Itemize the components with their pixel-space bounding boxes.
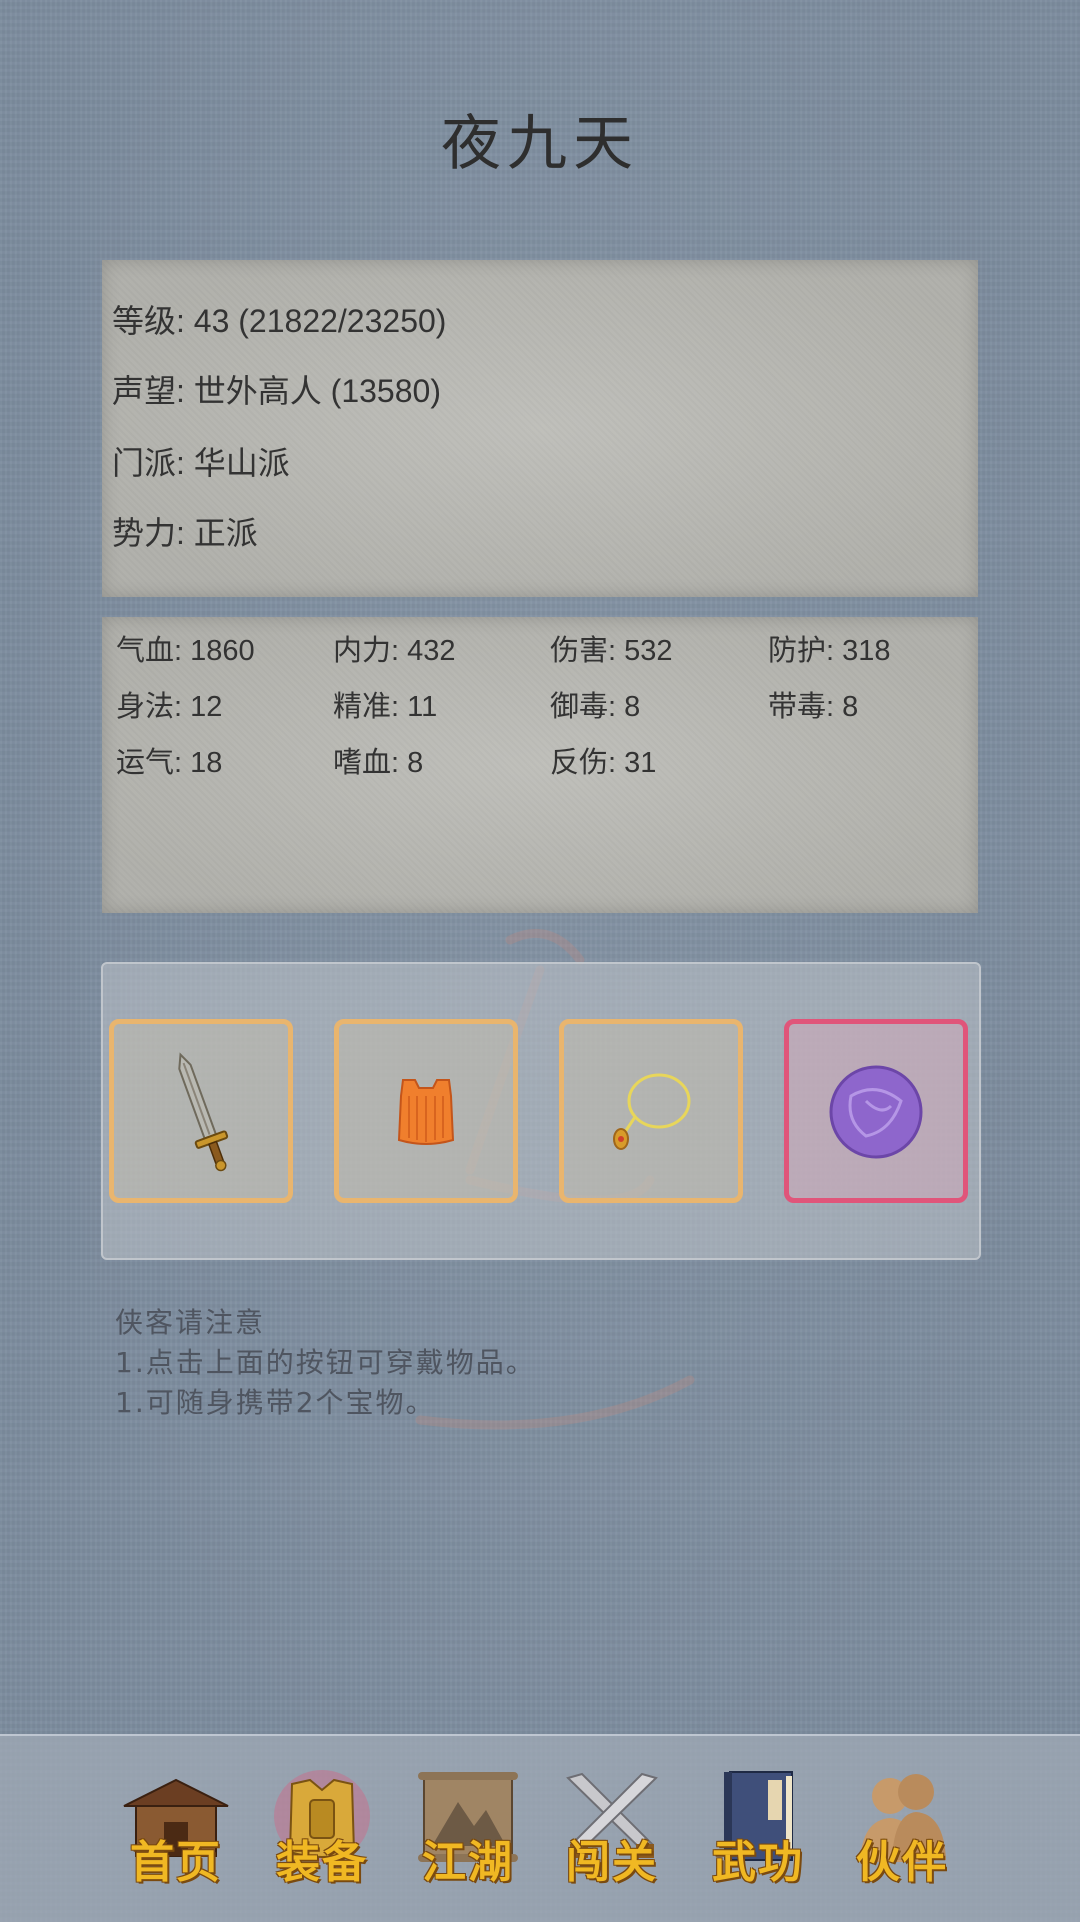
sword-icon	[178, 1052, 229, 1172]
character-info-panel: 等级: 43 (21822/23250) 声望: 世外高人 (13580) 门派…	[102, 260, 978, 597]
stat-inner-power: 内力: 432	[333, 635, 456, 667]
equip-slot-treasure[interactable]	[784, 1019, 968, 1203]
equip-slot-weapon[interactable]	[109, 1019, 293, 1203]
stat-hp: 气血: 1860	[116, 635, 255, 667]
stat-lifesteal: 嗜血: 8	[333, 747, 424, 779]
level-text: 等级: 43 (21822/23250)	[112, 303, 447, 339]
stat-reflect: 反伤: 31	[550, 747, 657, 779]
nav-martial-label: 武功	[712, 1837, 804, 1888]
stat-poison-resist: 御毒: 8	[550, 691, 641, 723]
nav-jianghu[interactable]: 江湖	[404, 1766, 532, 1896]
purple-orb-icon	[829, 1065, 923, 1159]
sect-text: 门派: 华山派	[112, 445, 290, 481]
equip-slot-necklace[interactable]	[559, 1019, 743, 1203]
stat-poison: 带毒: 8	[768, 691, 859, 723]
character-name: 夜九天	[441, 109, 639, 179]
attributes-panel: 气血: 1860 内力: 432 伤害: 532 防护: 318 身法: 12 …	[102, 617, 978, 913]
notice-section: 侠客请注意 1.点击上面的按钮可穿戴物品。 1.可随身携带2个宝物。	[115, 1303, 536, 1423]
stat-luck: 运气: 18	[116, 747, 223, 779]
nav-martial[interactable]: 武功	[694, 1766, 822, 1896]
notice-title: 侠客请注意	[115, 1306, 266, 1339]
nav-home-label: 首页	[130, 1837, 222, 1888]
nav-jianghu-label: 江湖	[422, 1837, 514, 1888]
nav-home[interactable]: 首页	[112, 1766, 240, 1896]
stat-agility: 身法: 12	[116, 691, 223, 723]
stat-damage: 伤害: 532	[550, 635, 673, 667]
notice-line-2: 1.可随身携带2个宝物。	[115, 1386, 436, 1419]
nav-equipment-label: 装备	[276, 1837, 368, 1888]
nav-equipment[interactable]: 装备	[258, 1766, 386, 1896]
armor-icon	[397, 1079, 455, 1145]
necklace-icon	[613, 1073, 691, 1150]
nav-partner[interactable]: 伙伴	[838, 1766, 966, 1896]
notice-line-1: 1.点击上面的按钮可穿戴物品。	[115, 1346, 536, 1379]
bottom-navigation: 首页 装备 江湖 闯关 武功 伙伴	[0, 1734, 1080, 1922]
equip-slot-armor[interactable]	[334, 1019, 518, 1203]
equipment-panel	[101, 962, 981, 1260]
stat-defense: 防护: 318	[768, 635, 891, 667]
stat-accuracy: 精准: 11	[333, 691, 438, 723]
nav-partner-label: 伙伴	[856, 1837, 948, 1888]
faction-text: 势力: 正派	[112, 515, 258, 551]
nav-challenge[interactable]: 闯关	[548, 1766, 676, 1896]
reputation-text: 声望: 世外高人 (13580)	[112, 373, 441, 409]
nav-challenge-label: 闯关	[566, 1837, 658, 1888]
